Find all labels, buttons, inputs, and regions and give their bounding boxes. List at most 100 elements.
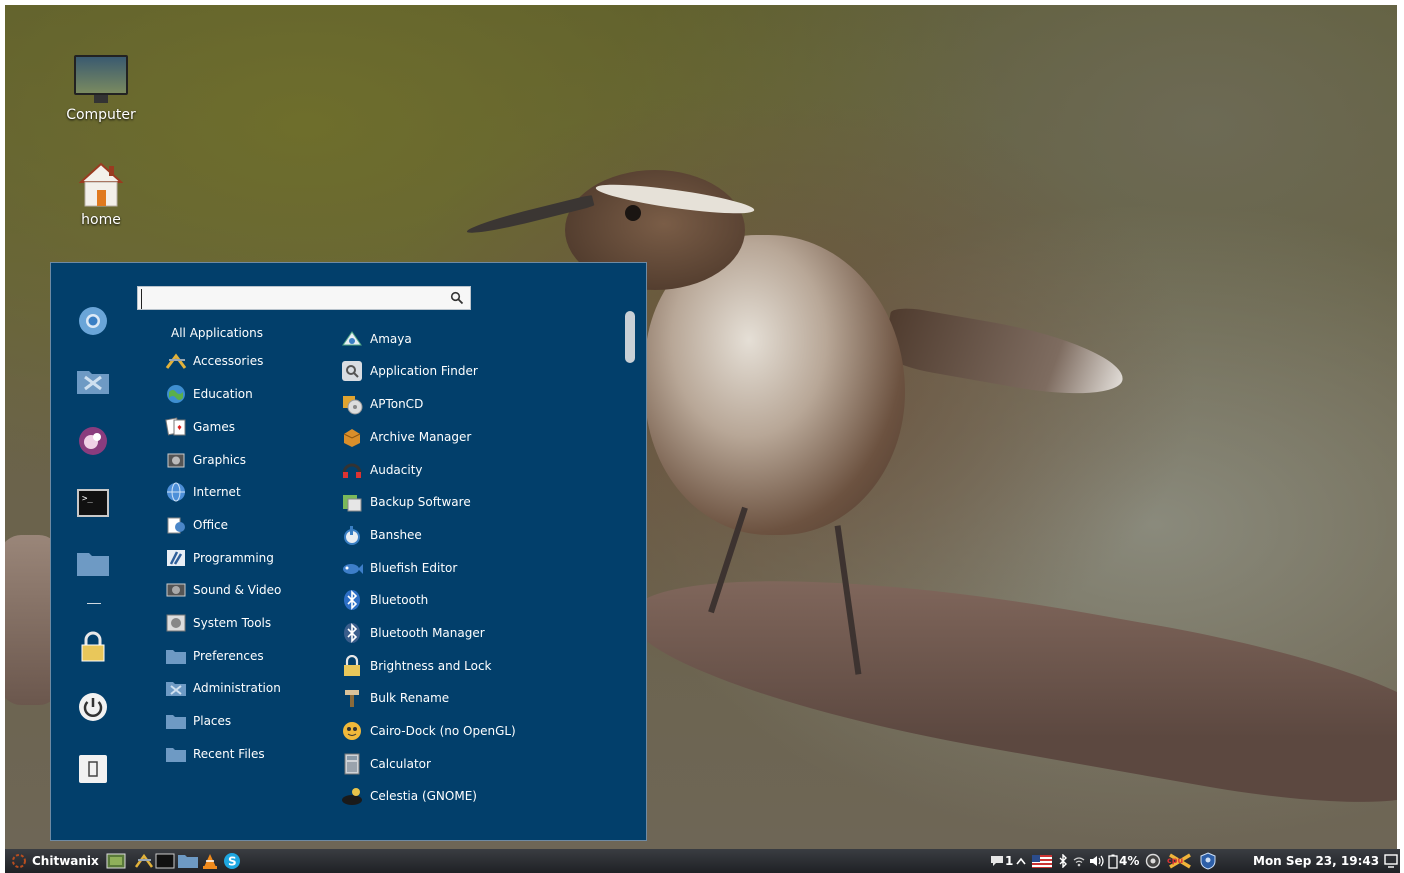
app-backup-software[interactable]: Backup Software xyxy=(341,490,471,514)
favorite-settings-manager[interactable] xyxy=(75,363,111,399)
keyboard-layout-indicator[interactable] xyxy=(1032,853,1052,869)
favorite-logout[interactable] xyxy=(75,751,111,787)
app-bluefish-editor[interactable]: Bluefish Editor xyxy=(341,556,457,580)
category-recent-files[interactable]: Recent Files xyxy=(165,743,265,765)
image-viewer-icon xyxy=(106,853,126,869)
category-label: All Applications xyxy=(171,326,263,340)
category-graphics[interactable]: Graphics xyxy=(165,449,246,471)
desktop-icon-home[interactable]: home xyxy=(51,160,151,228)
category-label: Education xyxy=(193,387,253,401)
logout-icon xyxy=(79,755,107,783)
app-label: Cairo-Dock (no OpenGL) xyxy=(370,724,516,738)
preferences-folder-icon xyxy=(165,646,187,666)
category-administration[interactable]: Administration xyxy=(165,677,281,699)
workspace-count[interactable]: 1 xyxy=(1005,849,1013,873)
brightness-lock-icon xyxy=(341,655,363,677)
category-system-tools[interactable]: System Tools xyxy=(165,612,271,634)
bottom-panel: Chitwanix S 1 4% cpu Mon Sep 23, 19:43 xyxy=(5,849,1400,873)
wallpaper-bird-eye xyxy=(625,205,641,221)
app-label: Backup Software xyxy=(370,495,471,509)
launcher-vlc[interactable] xyxy=(201,853,219,869)
favorite-lock-screen[interactable] xyxy=(75,629,111,665)
launcher-terminal[interactable] xyxy=(155,853,175,869)
app-brightness-and-lock[interactable]: Brightness and Lock xyxy=(341,654,492,678)
internet-icon xyxy=(165,482,187,502)
home-folder-icon xyxy=(78,160,124,208)
app-aptoncd[interactable]: APTonCD xyxy=(341,392,423,416)
folder-icon xyxy=(77,553,109,576)
office-icon xyxy=(165,515,187,535)
us-flag-icon xyxy=(1032,854,1052,868)
favorite-power[interactable] xyxy=(75,689,111,725)
wifi-tray[interactable] xyxy=(1073,853,1085,869)
panel-clock[interactable]: Mon Sep 23, 19:43 xyxy=(1253,849,1379,873)
app-bluetooth-manager[interactable]: Bluetooth Manager xyxy=(341,621,485,645)
battery-tray[interactable] xyxy=(1107,853,1119,869)
category-office[interactable]: Office xyxy=(165,514,228,536)
volume-tray[interactable] xyxy=(1089,853,1105,869)
terminal-icon: >_ xyxy=(77,489,109,517)
favorite-files[interactable] xyxy=(75,545,111,581)
app-application-finder[interactable]: Application Finder xyxy=(341,359,478,383)
app-calculator[interactable]: Calculator xyxy=(341,752,431,776)
app-label: APTonCD xyxy=(370,397,424,411)
amaya-icon xyxy=(341,328,363,350)
update-tray[interactable] xyxy=(1144,853,1162,869)
category-games[interactable]: Games xyxy=(165,416,235,438)
app-list-scrollbar[interactable] xyxy=(625,311,635,363)
category-preferences[interactable]: Preferences xyxy=(165,645,264,667)
launcher-skype[interactable]: S xyxy=(222,853,242,869)
favorite-emblem[interactable] xyxy=(75,423,111,459)
lock-screen-icon xyxy=(81,631,105,662)
app-cairo-dock[interactable]: Cairo-Dock (no OpenGL) xyxy=(341,719,516,743)
menu-search-input[interactable] xyxy=(141,289,446,309)
shield-icon xyxy=(1200,852,1216,870)
search-icon[interactable] xyxy=(450,290,466,306)
app-bulk-rename[interactable]: Bulk Rename xyxy=(341,686,449,710)
category-places[interactable]: Places xyxy=(165,710,231,732)
cpu-monitor-tray[interactable]: cpu xyxy=(1167,853,1193,869)
bluetooth-tray[interactable] xyxy=(1058,853,1068,869)
tray-expand[interactable] xyxy=(1015,853,1027,869)
aptoncd-icon xyxy=(341,393,363,415)
battery-percentage[interactable]: 4% xyxy=(1119,849,1139,873)
favorite-chromium[interactable] xyxy=(75,303,111,339)
category-programming[interactable]: Programming xyxy=(165,547,274,569)
category-label: Games xyxy=(193,420,235,434)
bulk-rename-icon xyxy=(341,687,363,709)
launcher-accessories[interactable] xyxy=(135,853,153,869)
app-label: Application Finder xyxy=(370,364,478,378)
favorites-divider xyxy=(87,603,101,604)
show-desktop-button[interactable] xyxy=(1384,853,1398,869)
category-sound-video[interactable]: Sound & Video xyxy=(165,579,281,601)
system-tools-icon xyxy=(165,613,187,633)
security-tray[interactable] xyxy=(1199,852,1217,870)
app-celestia[interactable]: Celestia (GNOME) xyxy=(341,784,477,808)
app-bluetooth[interactable]: Bluetooth xyxy=(341,588,428,612)
desktop-icon-computer[interactable]: Computer xyxy=(51,55,151,123)
menu-button[interactable]: Chitwanix xyxy=(11,849,99,873)
workspace-switcher[interactable] xyxy=(989,853,1005,869)
launcher-files[interactable] xyxy=(177,853,199,869)
category-label: Office xyxy=(193,518,229,532)
app-label: Bluetooth Manager xyxy=(370,626,485,640)
app-amaya[interactable]: Amaya xyxy=(341,327,412,351)
app-audacity[interactable]: Audacity xyxy=(341,458,423,482)
favorite-terminal[interactable]: >_ xyxy=(75,485,111,521)
app-label: Archive Manager xyxy=(370,430,472,444)
category-internet[interactable]: Internet xyxy=(165,481,241,503)
launcher-image-viewer[interactable] xyxy=(105,853,127,869)
backup-software-icon xyxy=(341,491,363,513)
svg-text:>_: >_ xyxy=(82,494,93,504)
app-archive-manager[interactable]: Archive Manager xyxy=(341,425,471,449)
folder-icon xyxy=(178,855,198,868)
emblem-icon xyxy=(79,427,107,455)
category-accessories[interactable]: Accessories xyxy=(165,350,263,372)
app-banshee[interactable]: Banshee xyxy=(341,523,422,547)
programming-icon xyxy=(165,548,187,568)
category-education[interactable]: Education xyxy=(165,383,253,405)
app-label: Amaya xyxy=(370,332,412,346)
category-all-applications[interactable]: All Applications xyxy=(171,322,263,344)
settings-manager-icon xyxy=(77,371,109,394)
archive-manager-icon xyxy=(341,426,363,448)
